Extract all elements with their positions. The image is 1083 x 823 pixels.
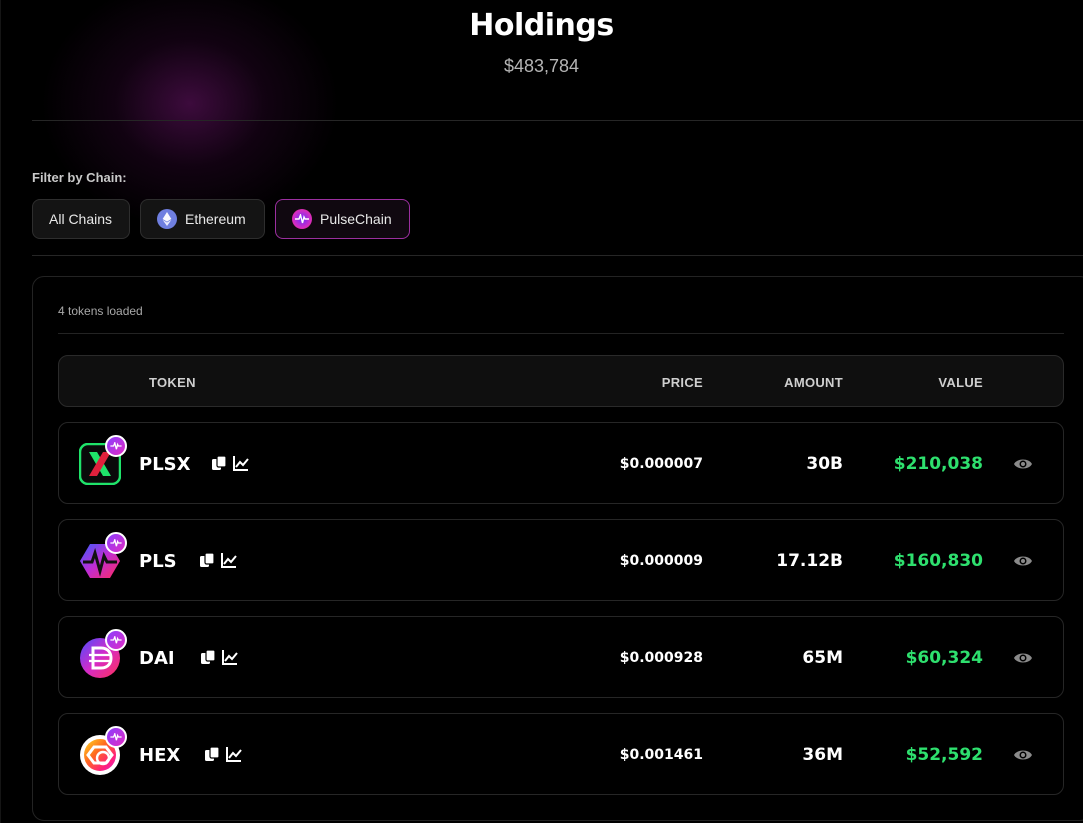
copy-icon[interactable] <box>199 552 215 568</box>
token-value: $210,038 <box>893 454 983 474</box>
total-value: $483,784 <box>503 56 580 76</box>
copy-icon[interactable] <box>200 649 216 665</box>
pulsechain-badge-icon <box>105 435 127 457</box>
token-amount: 36M <box>802 745 843 765</box>
filter-label: Filter by Chain: <box>32 170 127 185</box>
header-divider <box>32 120 1083 121</box>
eye-icon[interactable] <box>1013 648 1033 668</box>
chip-all-chains[interactable]: All Chains <box>32 199 130 239</box>
pulsechain-badge-icon <box>105 629 127 651</box>
table-header: TOKEN PRICE AMOUNT VALUE <box>58 355 1064 407</box>
col-token: TOKEN <box>149 375 196 390</box>
eye-icon[interactable] <box>1013 551 1033 571</box>
tokens-loaded-text: 4 tokens loaded <box>58 304 143 318</box>
token-symbol: HEX <box>139 745 181 766</box>
token-price: $0.000009 <box>619 553 703 569</box>
token-actions <box>200 649 238 665</box>
chip-label: PulseChain <box>320 211 392 227</box>
token-symbol: PLS <box>139 551 177 572</box>
panel-divider <box>58 333 1064 334</box>
filter-divider <box>32 255 1083 256</box>
col-amount: AMOUNT <box>784 375 843 390</box>
token-symbol: PLSX <box>139 454 191 475</box>
token-actions <box>211 455 249 471</box>
chip-label: All Chains <box>49 211 113 227</box>
chart-icon[interactable] <box>222 649 238 665</box>
token-value: $160,830 <box>893 551 983 571</box>
eye-icon[interactable] <box>1013 745 1033 765</box>
table-row[interactable]: DAI $0.000928 65M $60,324 <box>58 616 1064 698</box>
col-value: VALUE <box>938 375 983 390</box>
token-price: $0.001461 <box>619 747 703 763</box>
table-row[interactable]: PLS $0.000009 17.12B $160,830 <box>58 519 1064 601</box>
chart-icon[interactable] <box>226 746 242 762</box>
token-price: $0.000007 <box>619 456 703 472</box>
eye-icon[interactable] <box>1013 454 1033 474</box>
copy-icon[interactable] <box>211 455 227 471</box>
table-row[interactable]: PLSX $0.000007 30B $210,038 <box>58 422 1064 504</box>
token-amount: 17.12B <box>776 551 843 571</box>
token-amount: 30B <box>806 454 843 474</box>
pulsechain-badge-icon <box>105 532 127 554</box>
page-header: Holdings $483,784 <box>0 0 1083 121</box>
token-price: $0.000928 <box>619 650 703 666</box>
table-row[interactable]: HEX $0.001461 36M $52,592 <box>58 713 1064 795</box>
token-value: $60,324 <box>905 648 983 668</box>
col-price: PRICE <box>661 375 703 390</box>
token-symbol: DAI <box>139 648 175 669</box>
token-amount: 65M <box>802 648 843 668</box>
chart-icon[interactable] <box>221 552 237 568</box>
page-title: Holdings <box>469 8 614 43</box>
token-actions <box>204 746 242 762</box>
ethereum-icon <box>157 209 177 229</box>
chart-icon[interactable] <box>233 455 249 471</box>
token-value: $52,592 <box>905 745 983 765</box>
chip-ethereum[interactable]: Ethereum <box>140 199 265 239</box>
pulsechain-badge-icon <box>105 726 127 748</box>
left-edge-border <box>0 0 1 823</box>
chip-pulsechain[interactable]: PulseChain <box>275 199 410 239</box>
token-actions <box>199 552 237 568</box>
copy-icon[interactable] <box>204 746 220 762</box>
pulsechain-icon <box>292 209 312 229</box>
chip-label: Ethereum <box>185 211 246 227</box>
